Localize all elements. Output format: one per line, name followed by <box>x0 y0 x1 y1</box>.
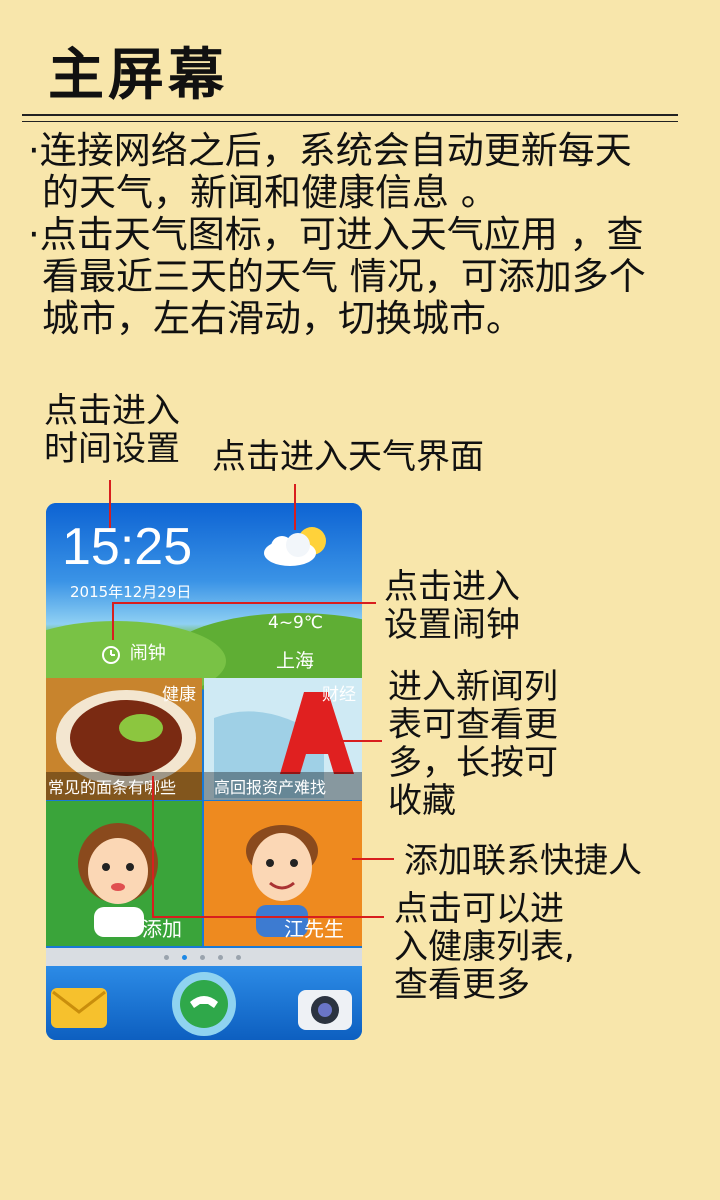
page-dot <box>164 955 169 960</box>
pointer-line <box>152 776 154 918</box>
divider <box>22 121 678 122</box>
contact-tile[interactable]: 江先生 <box>204 801 362 946</box>
alarm-button[interactable]: 闹钟 <box>98 639 166 665</box>
description-line: ·连接网络之后，系统会自动更新每天 <box>28 129 632 172</box>
annotation-time-setting: 点击进入 时间设置 <box>44 391 180 469</box>
category-tag: 健康 <box>162 685 196 705</box>
description-line: 看最近三天的天气 情况，可添加多个 <box>42 255 646 298</box>
pointer-line <box>352 858 394 860</box>
add-contact-tile[interactable]: 添加 <box>46 801 202 946</box>
phone-icon[interactable] <box>164 968 244 1040</box>
pointer-line <box>112 602 376 604</box>
pointer-line <box>152 916 384 918</box>
camera-icon[interactable] <box>296 982 354 1034</box>
page-title: 主屏幕 <box>48 43 228 108</box>
description-line: ·点击天气图标，可进入天气应用 ，查 <box>28 213 644 256</box>
description-line: 城市，左右滑动，切换城市。 <box>42 297 523 340</box>
finance-news-tile[interactable]: 财经 高回报资产难找 <box>204 678 362 800</box>
pointer-line <box>109 480 111 528</box>
news-caption: 常见的面条有哪些 <box>46 772 202 800</box>
date-label: 2015年12月29日 <box>70 583 192 601</box>
temperature-label: 4~9℃ <box>268 613 323 633</box>
description: ·连接网络之后，系统会自动更新每天 的天气，新闻和健康信息 。 ·点击天气图标，… <box>28 130 646 340</box>
pointer-line <box>294 484 296 530</box>
news-caption: 高回报资产难找 <box>204 772 362 800</box>
annotation-alarm: 点击进入 设置闹钟 <box>384 567 520 645</box>
pointer-line <box>112 602 114 640</box>
page-indicator <box>46 948 362 966</box>
annotation-weather: 点击进入天气界面 <box>212 437 484 477</box>
health-news-tile[interactable]: 健康 常见的面条有哪些 <box>46 678 202 800</box>
pointer-line <box>340 740 382 742</box>
description-line: 的天气，新闻和健康信息 。 <box>42 171 498 214</box>
alarm-clock-icon <box>102 646 120 664</box>
clock-time[interactable]: 15:25 <box>62 517 192 577</box>
annotation-news: 进入新闻列 表可查看更 多，长按可 收藏 <box>388 667 558 821</box>
weather-widget[interactable]: 15:25 2015年12月29日 闹钟 4~9℃ 上海 <box>46 503 362 703</box>
page-dot <box>200 955 205 960</box>
annotation-health: 点击可以进 入健康列表, 查看更多 <box>394 889 575 1005</box>
city-label: 上海 <box>276 650 315 672</box>
annotation-contact: 添加联系快捷人 <box>404 841 642 881</box>
dock-bar <box>46 966 362 1040</box>
divider <box>22 114 678 116</box>
mail-icon[interactable] <box>50 986 108 1030</box>
phone-home-screen: 15:25 2015年12月29日 闹钟 4~9℃ 上海 健康 常见的面条有哪些 <box>46 503 362 1040</box>
sun-cloud-icon[interactable] <box>256 521 336 571</box>
alarm-label: 闹钟 <box>129 643 166 664</box>
page-dot <box>218 955 223 960</box>
page-dot-active <box>182 955 187 960</box>
page-dot <box>236 955 241 960</box>
category-tag: 财经 <box>322 685 356 705</box>
